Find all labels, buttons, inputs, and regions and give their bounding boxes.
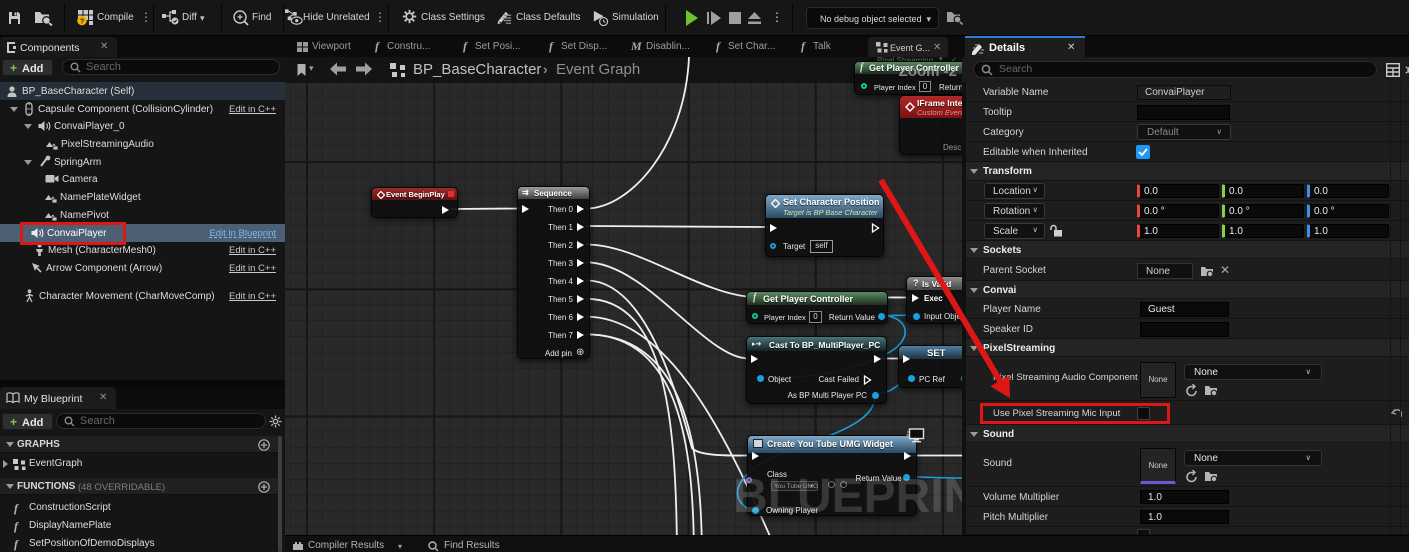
- svg-text:?: ?: [80, 17, 85, 26]
